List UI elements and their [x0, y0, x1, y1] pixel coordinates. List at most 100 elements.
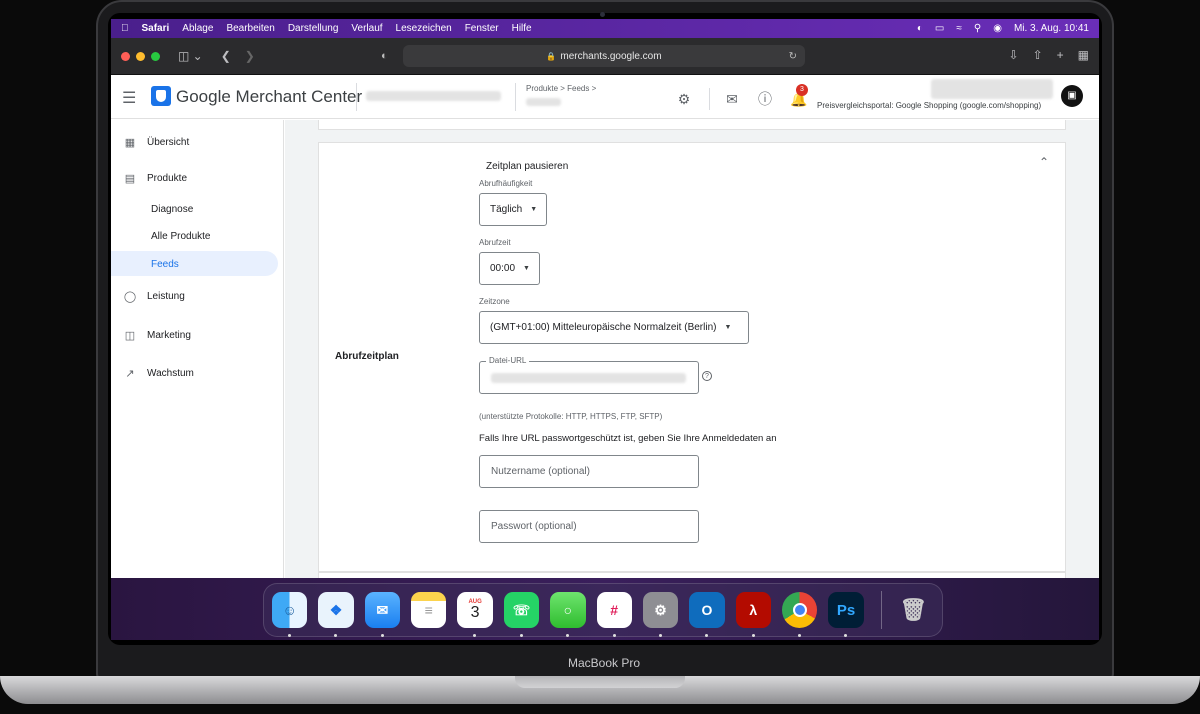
help-icon[interactable]: ⓘ — [757, 89, 773, 109]
sidebar-item-diagnose[interactable]: Diagnose — [151, 204, 193, 215]
menu-lesezeichen[interactable]: Lesezeichen — [396, 23, 452, 34]
breadcrumb[interactable]: Produkte > Feeds > — [526, 84, 596, 93]
safari-icon[interactable]: ❖ — [318, 592, 354, 637]
menu-icon[interactable]: ☰ — [122, 88, 136, 108]
account-name-redacted[interactable] — [366, 91, 501, 101]
fetch-schedule-card: Abrufzeitplan Zeitplan pausieren ⌃ Abruf… — [318, 142, 1066, 572]
menu-darstellung[interactable]: Darstellung — [288, 23, 339, 34]
control-center-icon[interactable]: ◐ — [917, 23, 923, 34]
file-url-redacted — [491, 372, 686, 383]
marketing-icon: ◫ — [124, 329, 136, 342]
trash-icon[interactable]: 🗑 — [896, 592, 931, 628]
help-icon[interactable]: ? — [702, 371, 712, 381]
dropdown-arrow-icon: ▼ — [523, 265, 530, 272]
outlook-icon[interactable]: O — [689, 592, 725, 637]
finder-icon[interactable]: ☺ — [272, 592, 308, 637]
notes-icon[interactable]: ≡ — [411, 592, 447, 628]
share-icon[interactable]: ⇧ — [1033, 48, 1043, 62]
time-select[interactable]: 00:00 ▼ — [479, 252, 540, 285]
privacy-shield-icon[interactable]: ◐ — [381, 50, 388, 62]
sidebar-item-uebersicht[interactable]: ▦ Übersicht — [111, 130, 278, 154]
tab-overview-icon[interactable]: ▦ — [1078, 48, 1089, 62]
clock[interactable]: Mi. 3. Aug. 10:41 — [1014, 23, 1089, 34]
downloads-icon[interactable]: ⇩ — [1009, 48, 1019, 62]
reload-icon[interactable]: ↻ — [789, 51, 797, 62]
spotlight-icon[interactable]: ⚲ — [974, 23, 981, 34]
acrobat-icon[interactable]: λ — [735, 592, 771, 637]
timezone-value: (GMT+01:00) Mitteleuropäische Normalzeit… — [490, 322, 717, 333]
device-label: MacBook Pro — [567, 656, 641, 670]
account-info-redacted — [931, 79, 1053, 99]
sidebar-item-feeds[interactable]: Feeds — [151, 259, 179, 270]
dock: ☺ ❖ ✉ ≡ AUG 3 ☏ ○ # ⚙ O λ Ps 🗑 — [263, 583, 943, 637]
zoom-window-button[interactable] — [151, 51, 160, 61]
wifi-icon[interactable]: ≈ — [956, 23, 962, 34]
sidebar-item-label: Wachstum — [147, 367, 194, 379]
back-icon[interactable]: ❮ — [221, 49, 231, 63]
messages-icon[interactable]: ○ — [550, 592, 586, 637]
menu-bearbeiten[interactable]: Bearbeiten — [226, 23, 274, 34]
slack-icon[interactable]: # — [596, 592, 632, 637]
address-text: merchants.google.com — [560, 50, 662, 62]
timezone-select[interactable]: (GMT+01:00) Mitteleuropäische Normalzeit… — [479, 311, 749, 344]
menu-fenster[interactable]: Fenster — [465, 23, 499, 34]
pause-schedule-title[interactable]: Zeitplan pausieren — [486, 161, 568, 172]
mail-app-icon[interactable]: ✉ — [364, 592, 401, 637]
calendar-icon[interactable]: AUG 3 — [457, 592, 493, 637]
frequency-select[interactable]: Täglich ▼ — [479, 193, 547, 226]
sidebar-item-label: Marketing — [147, 329, 191, 341]
address-bar[interactable]: 🔒 merchants.google.com ↻ — [403, 45, 805, 67]
close-window-button[interactable] — [121, 51, 130, 61]
time-label: Abrufzeit — [479, 238, 511, 247]
sidebar-item-wachstum[interactable]: ↗ Wachstum — [111, 361, 278, 385]
collapse-icon[interactable]: ⌃ — [1039, 155, 1049, 169]
app-header: ☰ Google Merchant Center Produkte > Feed… — [111, 75, 1099, 119]
username-field[interactable]: Nutzername (optional) — [479, 455, 699, 488]
dropdown-arrow-icon: ▼ — [530, 206, 538, 213]
sidebar-item-produkte[interactable]: ▤ Produkte — [111, 166, 278, 190]
menu-safari[interactable]: Safari — [142, 23, 170, 34]
merchant-center-logo — [151, 86, 171, 106]
avatar[interactable]: ▣ — [1061, 85, 1083, 107]
sidebar-item-leistung[interactable]: ◯ Leistung — [111, 284, 278, 308]
menu-ablage[interactable]: Ablage — [182, 23, 213, 34]
dock-separator — [880, 591, 882, 629]
password-placeholder: Passwort (optional) — [491, 521, 577, 532]
settings-icon[interactable]: ⚙ — [676, 91, 692, 108]
menu-hilfe[interactable]: Hilfe — [512, 23, 532, 34]
file-url-field[interactable] — [479, 361, 699, 394]
chrome-icon[interactable] — [781, 592, 818, 637]
new-tab-icon[interactable]: + — [1057, 48, 1064, 62]
mail-icon[interactable]: ✉ — [724, 91, 740, 108]
calendar-day: 3 — [470, 604, 480, 621]
dropdown-arrow-icon: ▼ — [724, 324, 732, 331]
sidebar-toggle-icon[interactable]: ◫ ⌄ — [178, 49, 203, 63]
file-url-label: Datei-URL — [486, 356, 530, 365]
sidebar-item-marketing[interactable]: ◫ Marketing — [111, 323, 278, 347]
notification-badge: 3 — [796, 84, 808, 96]
camera — [600, 12, 605, 17]
frequency-value: Täglich — [490, 204, 523, 215]
minimize-window-button[interactable] — [136, 51, 145, 61]
photoshop-icon[interactable]: Ps — [828, 592, 864, 637]
password-field[interactable]: Passwort (optional) — [479, 510, 699, 543]
credentials-info: Falls Ihre URL passwortgeschützt ist, ge… — [479, 433, 777, 444]
header-divider — [356, 83, 357, 111]
forward-icon[interactable]: ❯ — [245, 49, 255, 63]
battery-icon[interactable]: ▭ — [935, 23, 944, 34]
feed-name-redacted — [526, 98, 561, 106]
siri-icon[interactable]: ◉ — [993, 23, 1002, 34]
sidebar-item-label: Leistung — [147, 290, 185, 302]
sidebar-item-alle-produkte[interactable]: Alle Produkte — [151, 231, 210, 242]
username-placeholder: Nutzername (optional) — [491, 466, 590, 477]
photoshop-label: Ps — [836, 601, 856, 619]
main-content: Abrufzeitplan Zeitplan pausieren ⌃ Abruf… — [285, 120, 1099, 640]
whatsapp-icon[interactable]: ☏ — [503, 592, 540, 637]
menu-verlauf[interactable]: Verlauf — [351, 23, 382, 34]
lock-icon: 🔒 — [546, 51, 557, 61]
laptop-frame:  Safari Ablage Bearbeiten Darstellung V… — [0, 0, 1200, 714]
products-icon: ▤ — [124, 172, 136, 185]
system-preferences-icon[interactable]: ⚙ — [642, 592, 679, 637]
previous-card — [318, 120, 1066, 130]
apple-icon[interactable]:  — [121, 23, 129, 34]
